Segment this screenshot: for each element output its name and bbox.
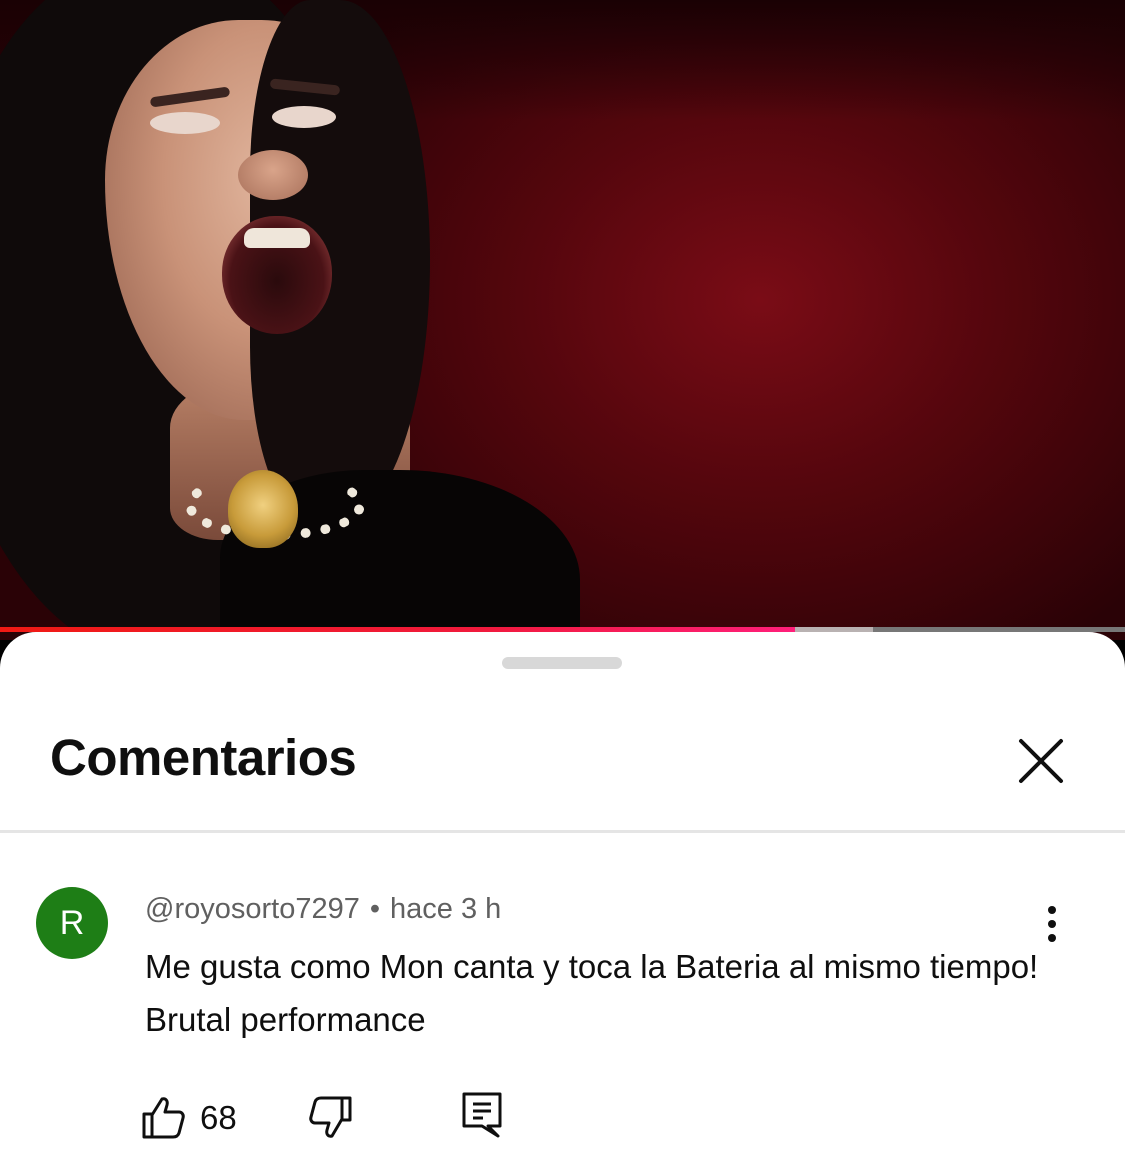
thumbs-down-icon: [309, 1096, 352, 1138]
like-count: 68: [200, 1099, 237, 1136]
more-vertical-icon: [1048, 906, 1056, 942]
avatar-letter: R: [59, 903, 85, 942]
like-button[interactable]: 68: [140, 1088, 237, 1148]
video-player[interactable]: [0, 0, 1125, 640]
comments-sheet: Comentarios R @royosorto7297 • hace 3 h Me…: [0, 632, 1125, 1175]
comment-author[interactable]: @royosorto7297: [145, 893, 360, 925]
thumbs-up-icon: [142, 1097, 185, 1139]
video-frame-nose: [238, 150, 308, 200]
close-icon: [1019, 739, 1063, 783]
sheet-drag-handle[interactable]: [502, 657, 622, 669]
close-button[interactable]: [1010, 730, 1072, 792]
comment-more-button[interactable]: [1032, 904, 1072, 944]
video-frame-brooch: [228, 470, 298, 548]
comment-time: hace 3 h: [390, 893, 502, 925]
meta-separator: •: [369, 893, 380, 925]
comment-meta: @royosorto7297 • hace 3 h: [145, 893, 501, 926]
dislike-button[interactable]: [308, 1094, 364, 1150]
video-frame-eyelid: [272, 106, 336, 128]
avatar[interactable]: R: [36, 887, 108, 959]
comment-text: Me gusta como Mon canta y toca la Bateri…: [145, 948, 1039, 1038]
video-frame-eyelid: [150, 112, 220, 134]
reply-button[interactable]: [460, 1090, 516, 1146]
divider: [0, 830, 1125, 833]
video-frame-teeth: [244, 228, 310, 248]
reply-comment-icon: [462, 1092, 502, 1138]
comment-item: R @royosorto7297 • hace 3 h Me gusta como …: [0, 872, 1125, 1172]
comment-actions: 68: [0, 1082, 1125, 1152]
sheet-title: Comentarios: [50, 729, 357, 786]
